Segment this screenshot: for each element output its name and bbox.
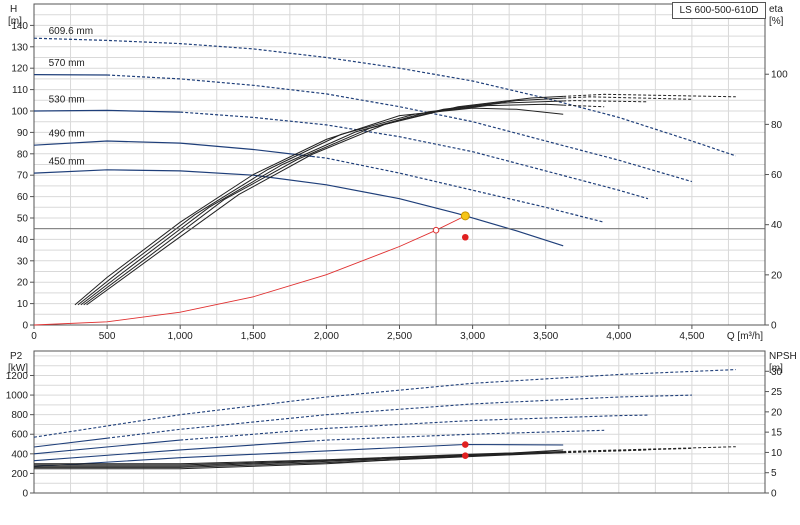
- top-left-tick-label: 130: [11, 42, 28, 53]
- operating-point-marker: [433, 227, 439, 233]
- top-right-tick-label: 100: [771, 70, 788, 81]
- top-right-axis-title: eta: [769, 4, 783, 15]
- top-left-tick-label: 100: [11, 107, 28, 118]
- top-left-tick-label: 40: [17, 235, 29, 246]
- head-curve-label: 609.6 mm: [49, 26, 93, 37]
- power-curve-dashed: [312, 430, 604, 441]
- pump-performance-chart: 0102030405060708090100110120130140020406…: [0, 0, 800, 520]
- top-left-tick-label: 10: [17, 299, 29, 310]
- top-left-tick-label: 90: [17, 128, 29, 139]
- duty-point-marker: [462, 234, 469, 241]
- bottom-right-tick-label: 0: [771, 489, 777, 500]
- bottom-left-tick-label: 400: [11, 449, 28, 460]
- top-left-tick-label: 60: [17, 192, 29, 203]
- bottom-left-axis-title: P2: [10, 351, 23, 362]
- top-x-tick-label: 3,500: [533, 331, 558, 342]
- top-left-tick-label: 120: [11, 64, 28, 75]
- bottom-left-tick-label: 1000: [6, 391, 29, 402]
- top-right-tick-label: 40: [771, 220, 783, 231]
- system-curve: [34, 216, 465, 325]
- bottom-right-tick-label: 10: [771, 448, 783, 459]
- efficiency-curve-solid: [84, 98, 564, 305]
- bottom-right-tick-label: 15: [771, 428, 783, 439]
- bottom-left-tick-label: 0: [22, 489, 28, 500]
- top-left-tick-label: 20: [17, 278, 29, 289]
- head-curve-dashed: [34, 38, 736, 156]
- top-x-tick-label: 1,000: [168, 331, 193, 342]
- head-curve-label: 490 mm: [49, 129, 85, 140]
- chart-svg: 0102030405060708090100110120130140020406…: [0, 0, 800, 520]
- intersection-marker: [461, 212, 469, 220]
- head-curve-label: 570 mm: [49, 58, 85, 69]
- efficiency-curve-solid: [75, 108, 563, 305]
- top-x-tick-label: 3,000: [460, 331, 485, 342]
- head-curve-label: 450 mm: [49, 157, 85, 168]
- x-axis-title: Q [m³/h]: [727, 331, 763, 342]
- bottom-right-axis-title: NPSH: [769, 351, 797, 362]
- top-left-tick-label: 70: [17, 171, 29, 182]
- bottom-left-tick-label: 600: [11, 430, 28, 441]
- top-x-tick-label: 4,500: [679, 331, 704, 342]
- top-left-axis-title: H: [10, 4, 17, 15]
- top-left-axis-unit: [m]: [8, 16, 22, 27]
- duty-point-marker: [462, 452, 469, 459]
- top-right-tick-label: 60: [771, 170, 783, 181]
- bottom-right-tick-label: 20: [771, 407, 783, 418]
- bottom-left-axis-unit: [kW]: [8, 363, 28, 374]
- top-right-axis-unit: [%]: [769, 16, 784, 27]
- top-x-tick-label: 500: [99, 331, 116, 342]
- top-x-tick-label: 1,500: [241, 331, 266, 342]
- top-x-tick-label: 2,000: [314, 331, 339, 342]
- bottom-right-tick-label: 5: [771, 468, 777, 479]
- model-label: LS 600-500-610D: [672, 2, 766, 19]
- top-x-tick-label: 2,500: [387, 331, 412, 342]
- efficiency-curve-solid: [78, 104, 563, 305]
- bottom-right-tick-label: 25: [771, 387, 783, 398]
- top-left-tick-label: 80: [17, 149, 29, 160]
- efficiency-curve-dashed: [563, 105, 604, 107]
- top-x-tick-label: 0: [31, 331, 37, 342]
- top-x-tick-label: 4,000: [606, 331, 631, 342]
- head-curve-dashed: [312, 156, 604, 222]
- bottom-left-tick-label: 200: [11, 469, 28, 480]
- head-curve-label: 530 mm: [49, 94, 85, 105]
- efficiency-curve-solid: [81, 101, 563, 305]
- efficiency-curve-solid: [87, 96, 564, 305]
- bottom-right-axis-unit: [m]: [769, 363, 783, 374]
- top-right-tick-label: 20: [771, 270, 783, 281]
- power-curve-dashed: [34, 370, 736, 438]
- top-left-tick-label: 110: [12, 85, 28, 96]
- duty-point-marker: [462, 441, 469, 448]
- top-left-tick-label: 0: [22, 321, 28, 332]
- bottom-left-tick-label: 800: [11, 410, 28, 421]
- top-left-tick-label: 50: [17, 214, 29, 225]
- npsh-curve-dashed: [563, 447, 736, 452]
- top-right-tick-label: 0: [771, 321, 777, 332]
- top-right-tick-label: 80: [771, 120, 783, 131]
- top-left-tick-label: 30: [17, 256, 29, 267]
